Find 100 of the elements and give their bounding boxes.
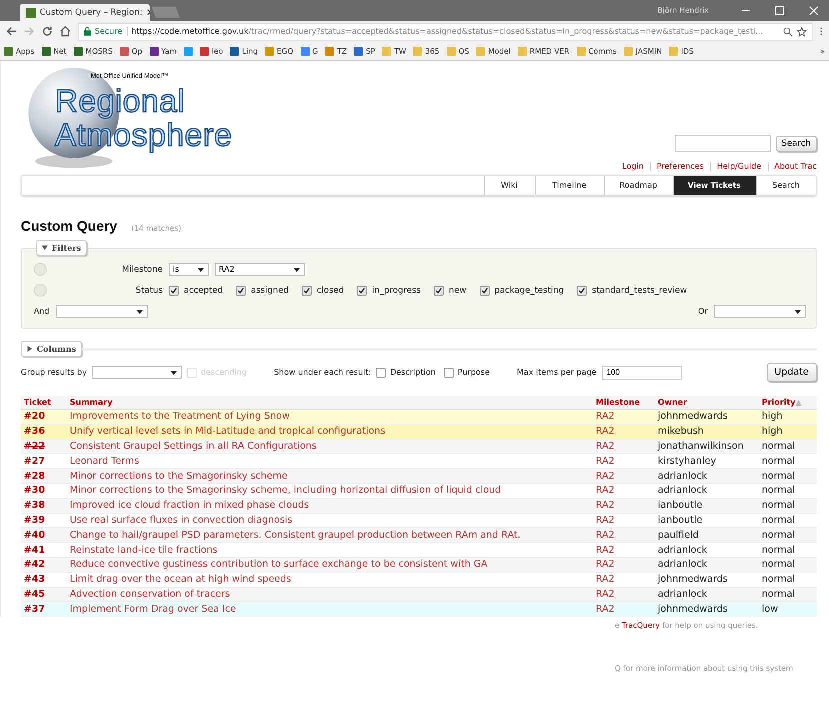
ticket-link[interactable]: #20 (24, 411, 46, 422)
tab-title: Custom Query – Region: (40, 8, 143, 18)
show-option-checkbox[interactable]: Description (376, 368, 436, 378)
milestone-link[interactable]: RA2 (596, 604, 615, 615)
milestone-link[interactable]: RA2 (596, 588, 615, 600)
max-items-field[interactable]: 100 (602, 366, 682, 380)
milestone-link[interactable]: RA2 (596, 530, 615, 541)
summary-link[interactable]: Minor corrections to the Smagorinsky scheme, including horizontal diffusion of liquid cloud (70, 485, 502, 496)
home-icon[interactable] (60, 26, 71, 37)
star-icon[interactable] (797, 26, 807, 36)
status-checkbox[interactable]: closed (302, 286, 344, 296)
caret-icon (27, 346, 33, 352)
milestone-link[interactable]: RA2 (596, 574, 615, 586)
column-header[interactable]: Priority▲ (759, 396, 817, 410)
status-checkbox[interactable]: new (434, 286, 467, 296)
header-link[interactable]: About Trac (774, 162, 817, 171)
summary-link[interactable]: Improvements to the Treatment of Lying Snow (70, 411, 290, 422)
summary-link[interactable]: Minor corrections to the Smagorinsky scheme (70, 470, 288, 482)
ticket-link[interactable]: #39 (24, 514, 46, 526)
ticket-link[interactable]: #36 (24, 426, 46, 438)
nav-tab[interactable]: Wiki (484, 176, 535, 195)
nav-tab[interactable]: Timeline (534, 176, 604, 195)
milestone-link[interactable]: RA2 (596, 426, 615, 438)
column-header[interactable]: Milestone (593, 396, 655, 410)
status-checkbox[interactable]: package_testing (480, 286, 564, 296)
summary-link[interactable]: Advection conservation of tracers (70, 588, 230, 600)
ticket-link[interactable]: #40 (24, 530, 46, 541)
summary-link[interactable]: Leonard Terms (70, 456, 140, 467)
header-link[interactable]: Preferences (657, 162, 704, 171)
checkbox-icon[interactable] (357, 286, 368, 296)
checkbox-icon[interactable] (480, 286, 490, 296)
column-header[interactable]: Owner (655, 396, 759, 410)
reload-icon[interactable] (42, 26, 53, 37)
ticket-link[interactable]: #42 (24, 559, 46, 570)
status-checkbox[interactable]: in_progress (357, 286, 421, 296)
checkbox-icon[interactable] (302, 286, 312, 296)
column-header[interactable]: Ticket (21, 396, 67, 410)
milestone-link[interactable]: RA2 (596, 544, 615, 556)
milestone-link[interactable]: RA2 (596, 559, 615, 570)
summary-link[interactable]: Consistent Graupel Settings in all RA Configurations (70, 440, 317, 452)
checkbox-icon[interactable] (376, 368, 386, 378)
milestone-link[interactable]: RA2 (596, 440, 615, 452)
ticket-link[interactable]: #30 (24, 485, 46, 496)
checkbox-icon[interactable] (169, 286, 179, 296)
summary-link[interactable]: Change to hail/graupel PSD parameters. Consistent graupel production between RAm and RAt. (70, 530, 521, 541)
header-link[interactable]: Help/Guide (717, 162, 762, 171)
back-icon[interactable] (6, 26, 17, 37)
site-icon (26, 8, 36, 18)
menu-icon[interactable] (820, 26, 823, 37)
ticket-link[interactable]: #45 (24, 588, 46, 600)
milestone-link[interactable]: RA2 (596, 514, 615, 526)
priority-cell: normal (762, 544, 796, 556)
ticket-link[interactable]: #43 (24, 574, 46, 586)
ticket-link[interactable]: #38 (24, 500, 46, 512)
status-checkbox[interactable]: standard_tests_review (577, 286, 688, 296)
status-checkbox[interactable]: assigned (236, 286, 289, 296)
filters-toggle[interactable]: Filters (36, 240, 88, 256)
milestone-link[interactable]: RA2 (596, 456, 615, 467)
summary-link[interactable]: Reduce convective gustiness contribution to surface exchange to be consistent with GA (70, 559, 488, 570)
milestone-link[interactable]: RA2 (596, 485, 615, 496)
update-button[interactable]: Update (766, 363, 817, 382)
owner-cell: ianboutle (658, 514, 703, 526)
ticket-link[interactable]: #28 (24, 470, 46, 482)
ticket-link[interactable]: #27 (24, 456, 46, 467)
nav-tab[interactable]: Search (756, 176, 816, 195)
ticket-link[interactable]: #22 (24, 440, 46, 452)
checkbox-icon[interactable] (577, 286, 588, 296)
columns-toggle[interactable]: Columns (21, 341, 82, 357)
milestone-link[interactable]: RA2 (596, 470, 615, 482)
browser-tab[interactable]: Custom Query – Region: (20, 4, 150, 21)
operator-select[interactable]: is (169, 263, 209, 276)
bookmark-icon (150, 46, 159, 56)
checkbox-icon[interactable] (444, 368, 454, 378)
search-field[interactable] (674, 135, 771, 152)
status-checkbox[interactable]: accepted (169, 286, 224, 296)
milestone-select[interactable]: RA2 (215, 263, 305, 276)
summary-link[interactable]: Implement Form Drag over Sea Ice (70, 604, 236, 615)
dropdown-arrow-icon (198, 267, 204, 273)
folder-icon (446, 46, 456, 56)
summary-link[interactable]: Use real surface fluxes in convection diagnosis (70, 514, 293, 526)
address-bar[interactable]: Secure https://code.metoffice.gov.uk/trac/rmed/query?status=accepted&status=assigned&status=closed&status=in_progress&status=new&status=package_testi... (78, 22, 813, 40)
maximize-icon[interactable] (775, 6, 785, 16)
ticket-link[interactable]: #37 (24, 604, 46, 615)
show-option-checkbox[interactable]: Purpose (444, 368, 490, 378)
summary-link[interactable]: Improved ice cloud fraction in mixed phase clouds (70, 500, 310, 512)
milestone-link[interactable]: RA2 (596, 500, 615, 512)
checkbox-icon[interactable] (434, 286, 444, 296)
header-link[interactable]: Login (622, 162, 644, 171)
column-header[interactable]: Summary (67, 396, 593, 410)
dropdown-arrow-icon (795, 309, 801, 315)
summary-link[interactable]: Limit drag over the ocean at high wind speeds (70, 574, 292, 586)
zoom-icon[interactable] (783, 26, 793, 36)
ticket-link[interactable]: #41 (24, 544, 46, 556)
search-button[interactable]: Search (776, 136, 817, 152)
milestone-link[interactable]: RA2 (596, 411, 615, 422)
summary-link[interactable]: Reinstate land-ice tile fractions (70, 544, 218, 556)
owner-cell: johnmedwards (658, 574, 728, 586)
checkbox-icon[interactable] (236, 286, 246, 296)
bookmark-icon (265, 46, 274, 56)
summary-link[interactable]: Unify vertical level sets in Mid-Latitude and tropical configurations (70, 426, 386, 438)
